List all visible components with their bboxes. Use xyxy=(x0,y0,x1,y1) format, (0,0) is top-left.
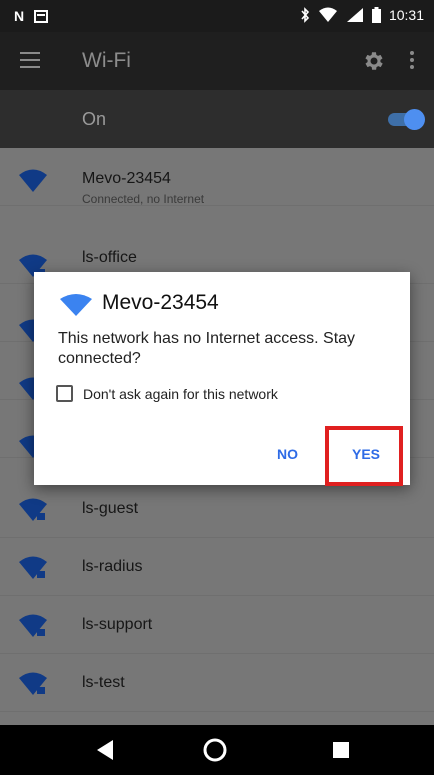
network-item-mevo[interactable]: Mevo-23454 Connected, no Internet xyxy=(0,148,434,206)
network-item-ls-test[interactable]: ls-test xyxy=(0,654,434,712)
network-name: ls-guest xyxy=(82,500,139,517)
yes-highlight-box xyxy=(325,426,403,486)
wifi-switch-label: On xyxy=(82,109,107,129)
network-status: Connected, no Internet xyxy=(82,192,205,206)
network-name: ls-radius xyxy=(82,558,143,575)
wifi-icon xyxy=(60,294,92,316)
network-name: ls-support xyxy=(82,616,153,633)
gear-icon[interactable] xyxy=(361,49,385,73)
no-button[interactable]: NO xyxy=(277,446,298,462)
status-bar: N 10:31 xyxy=(0,0,434,32)
wifi-switch-bar[interactable]: On xyxy=(0,90,434,148)
status-left: N xyxy=(14,8,49,24)
dont-ask-again-label[interactable]: Don't ask again for this network xyxy=(83,386,278,402)
dont-ask-again-checkbox[interactable] xyxy=(56,385,73,402)
network-item-ls-guest[interactable]: ls-guest xyxy=(0,480,434,538)
more-vert-icon[interactable] xyxy=(409,51,415,71)
dialog-message: This network has no Internet access. Sta… xyxy=(58,330,356,367)
wifi-lock-icon xyxy=(19,614,47,637)
status-time: 10:31 xyxy=(388,7,424,23)
network-name: ls-office xyxy=(82,249,137,266)
wifi-toggle[interactable] xyxy=(388,109,426,130)
network-item-ls-support[interactable]: ls-support xyxy=(0,596,434,654)
wifi-lock-icon xyxy=(19,498,47,521)
home-icon[interactable] xyxy=(202,737,228,763)
wifi-icon xyxy=(318,7,337,22)
menu-icon[interactable] xyxy=(20,52,40,68)
app-toolbar: Wi-Fi xyxy=(0,32,434,90)
network-name: Mevo-23454 xyxy=(82,170,171,187)
network-name: ls-test xyxy=(82,674,125,691)
nfc-n-icon: N xyxy=(14,8,25,24)
dialog-title: Mevo-23454 xyxy=(102,291,219,314)
notification-icon xyxy=(34,9,49,23)
bluetooth-icon xyxy=(301,7,310,23)
recents-icon[interactable] xyxy=(333,742,349,758)
wifi-lock-icon xyxy=(19,672,47,695)
phone-screen: N 10:31 Wi-Fi On Mevo-23454 Connected, n… xyxy=(0,0,434,775)
network-item-ls-radius[interactable]: ls-radius xyxy=(0,538,434,596)
system-nav-bar xyxy=(0,725,434,775)
wifi-signal-icon xyxy=(19,169,47,192)
status-right: 10:31 xyxy=(300,7,424,23)
lte-signal-icon xyxy=(346,8,363,22)
page-title: Wi-Fi xyxy=(82,49,131,72)
toggle-knob xyxy=(404,109,425,130)
wifi-lock-icon xyxy=(19,556,47,579)
battery-icon xyxy=(371,7,381,23)
back-icon[interactable] xyxy=(96,739,114,761)
